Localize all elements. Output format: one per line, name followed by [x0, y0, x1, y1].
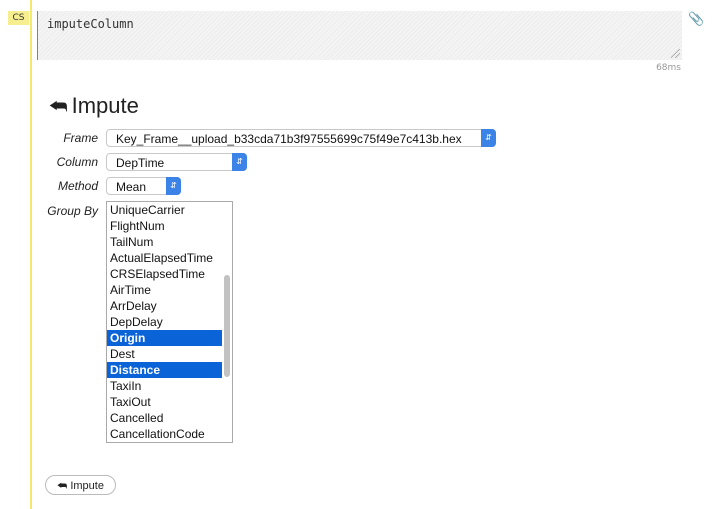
reply-all-icon: ⮪	[57, 480, 68, 492]
column-value: DepTime	[116, 156, 165, 170]
reply-all-icon: ⮪	[49, 96, 68, 118]
method-value: Mean	[116, 180, 147, 194]
group-by-option[interactable]: DepDelay	[107, 314, 222, 330]
elapsed-time: 68ms	[656, 63, 681, 73]
frame-select[interactable]: Key_Frame__upload_b33cda71b3f97555699c75…	[106, 129, 496, 147]
method-select[interactable]: Mean ⇵	[106, 177, 181, 195]
chevron-updown-icon: ⇵	[481, 129, 496, 147]
scrollbar-thumb[interactable]	[224, 275, 230, 377]
code-editor[interactable]: imputeColumn	[37, 11, 682, 60]
group-by-option[interactable]: AirTime	[107, 282, 222, 298]
title-text: Impute	[71, 93, 139, 118]
frame-label: Frame	[63, 131, 98, 145]
impute-button[interactable]: ⮪ Impute	[45, 475, 116, 495]
group-by-option[interactable]: Dest	[107, 346, 222, 362]
group-by-option[interactable]: Origin	[107, 330, 222, 346]
group-by-option[interactable]: ArrDelay	[107, 298, 222, 314]
group-by-option[interactable]: CancellationCode	[107, 426, 222, 442]
group-by-label: Group By	[47, 204, 98, 218]
resize-handle[interactable]	[671, 49, 680, 58]
method-label: Method	[57, 179, 98, 193]
page-title: ⮪ Impute	[49, 93, 139, 119]
group-by-option[interactable]: Distance	[107, 362, 222, 378]
group-by-option[interactable]: Cancelled	[107, 410, 222, 426]
group-by-option[interactable]: UniqueCarrier	[107, 202, 222, 218]
impute-button-label: Impute	[70, 480, 104, 492]
group-by-option[interactable]: CRSElapsedTime	[107, 266, 222, 282]
cell-gutter	[30, 0, 32, 509]
chevron-updown-icon: ⇵	[166, 177, 181, 195]
group-by-option[interactable]: TaxiIn	[107, 378, 222, 394]
group-by-option[interactable]: TailNum	[107, 234, 222, 250]
group-by-option[interactable]: TaxiOut	[107, 394, 222, 410]
group-by-option[interactable]: FlightNum	[107, 218, 222, 234]
code-text: imputeColumn	[47, 17, 134, 31]
paperclip-icon[interactable]: 📎	[688, 12, 704, 27]
chevron-updown-icon: ⇵	[232, 153, 247, 171]
group-by-listbox[interactable]: UniqueCarrier FlightNum TailNum ActualElaps…	[106, 201, 233, 443]
cell-type-badge: CS	[8, 11, 29, 25]
frame-value: Key_Frame__upload_b33cda71b3f97555699c75…	[116, 132, 462, 146]
column-select[interactable]: DepTime ⇵	[106, 153, 247, 171]
column-label: Column	[56, 155, 98, 169]
group-by-option[interactable]: ActualElapsedTime	[107, 250, 222, 266]
